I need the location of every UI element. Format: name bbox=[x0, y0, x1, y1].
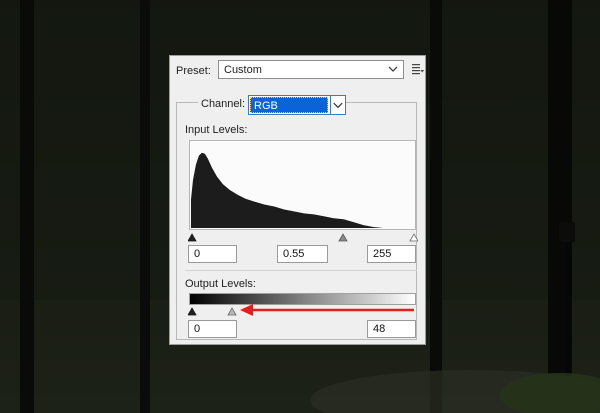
input-gamma-field[interactable]: 0.55 bbox=[277, 245, 328, 263]
preset-dropdown[interactable]: Custom bbox=[218, 60, 404, 79]
output-white-field[interactable]: 48 bbox=[367, 320, 416, 338]
channel-dropdown[interactable]: RGB bbox=[248, 95, 346, 115]
input-gamma-slider-handle bbox=[338, 233, 348, 242]
chevron-down-icon bbox=[388, 66, 398, 72]
output-levels-label: Output Levels: bbox=[185, 278, 256, 290]
panel-menu-icon[interactable] bbox=[412, 63, 424, 75]
histogram-curve bbox=[190, 152, 415, 229]
input-black-field[interactable]: 0 bbox=[188, 245, 237, 263]
input-levels-slider bbox=[188, 233, 418, 242]
divider bbox=[185, 270, 417, 271]
chevron-down-icon bbox=[330, 96, 343, 114]
output-black-slider-handle bbox=[188, 307, 197, 316]
channel-value: RGB bbox=[250, 97, 328, 113]
input-white-field[interactable]: 255 bbox=[367, 245, 416, 263]
histogram bbox=[189, 140, 416, 230]
output-black-field[interactable]: 0 bbox=[188, 320, 237, 338]
input-black-slider-handle bbox=[188, 233, 197, 242]
red-arrow-icon bbox=[240, 304, 414, 316]
output-white-slider-handle bbox=[227, 307, 237, 316]
preset-label: Preset: bbox=[176, 65, 211, 77]
input-white-slider-handle bbox=[409, 233, 418, 242]
input-levels-label: Input Levels: bbox=[185, 124, 248, 136]
channel-label: Channel: bbox=[198, 98, 249, 110]
levels-panel: Preset: Custom Channel: RGB Input Levels… bbox=[169, 55, 426, 345]
preset-value: Custom bbox=[224, 64, 262, 76]
